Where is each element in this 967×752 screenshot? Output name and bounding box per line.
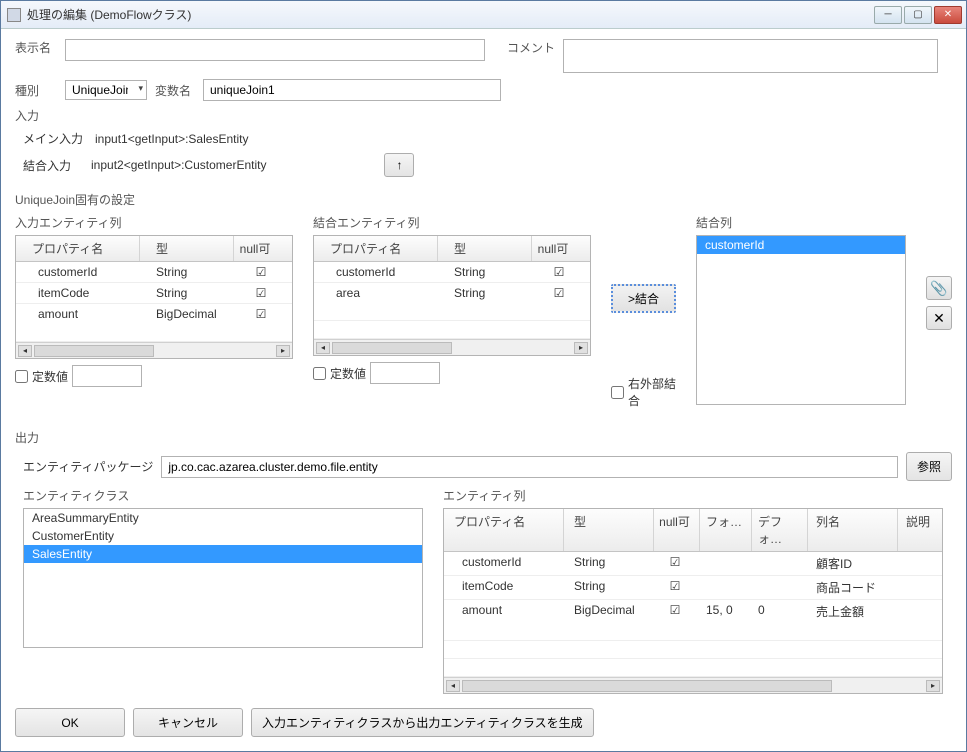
- table-row[interactable]: customerIdString☑顧客ID: [444, 552, 942, 576]
- col-null: null可: [234, 236, 280, 261]
- list-item[interactable]: AreaSummaryEntity: [24, 509, 422, 527]
- label-join-col: 結合列: [696, 214, 906, 231]
- entity-class-list[interactable]: AreaSummaryEntityCustomerEntitySalesEnti…: [23, 508, 423, 648]
- ocol-format: フォ…: [700, 509, 752, 551]
- label-entity-package: エンティティパッケージ: [23, 458, 153, 475]
- browse-button[interactable]: 参照: [906, 452, 952, 481]
- ocol-null: null可: [654, 509, 700, 551]
- label-settings-header: UniqueJoin固有の設定: [15, 191, 952, 208]
- label-input-entity-col: 入力エンティティ列: [15, 214, 293, 231]
- list-item[interactable]: CustomerEntity: [24, 527, 422, 545]
- list-item[interactable]: SalesEntity: [24, 545, 422, 563]
- ocol-default: デフォ…: [752, 509, 808, 551]
- label-main-input: メイン入力: [23, 130, 83, 147]
- join-button[interactable]: >結合: [611, 284, 676, 313]
- col-prop2: プロパティ名: [314, 236, 438, 261]
- attach-button[interactable]: 📎: [926, 276, 952, 300]
- constant-field-left[interactable]: [72, 365, 142, 387]
- label-join-entity-col: 結合エンティティ列: [313, 214, 591, 231]
- ocol-type: 型: [564, 509, 654, 551]
- ok-button[interactable]: OK: [15, 708, 125, 737]
- table-row[interactable]: customerIdString☑: [16, 262, 292, 283]
- label-constant-right: 定数値: [330, 365, 366, 382]
- constant-checkbox-right[interactable]: [313, 367, 326, 380]
- col-type: 型: [140, 236, 234, 261]
- join-entity-grid[interactable]: プロパティ名 型 null可 customerIdString☑areaStri…: [313, 235, 591, 356]
- col-type2: 型: [438, 236, 532, 261]
- main-input-value: input1<getInput>:SalesEntity: [95, 132, 248, 146]
- outer-join-checkbox[interactable]: [611, 386, 624, 399]
- label-entity-columns: エンティティ列: [443, 487, 952, 504]
- output-grid[interactable]: プロパティ名 型 null可 フォ… デフォ… 列名 説明 customerId…: [443, 508, 943, 694]
- join-input-value: input2<getInput>:CustomerEntity: [91, 158, 266, 172]
- titlebar: 処理の編集 (DemoFlowクラス) ─ ▢ ✕: [1, 1, 966, 29]
- display-name-input[interactable]: [65, 39, 485, 61]
- table-row[interactable]: customerIdString☑: [314, 262, 590, 283]
- col-null2: null可: [532, 236, 578, 261]
- label-constant-left: 定数値: [32, 368, 68, 385]
- table-row[interactable]: amountBigDecimal☑15, 00売上金額: [444, 600, 942, 623]
- minimize-button[interactable]: ─: [874, 6, 902, 24]
- type-dropdown[interactable]: UniqueJoin: [65, 80, 147, 100]
- label-join-input: 結合入力: [23, 157, 71, 174]
- hscroll3[interactable]: ◂ ▸: [444, 677, 942, 693]
- list-item[interactable]: customerId: [697, 236, 905, 254]
- label-varname: 変数名: [155, 82, 195, 99]
- table-row[interactable]: itemCodeString☑商品コード: [444, 576, 942, 600]
- swap-button[interactable]: ↑: [384, 153, 414, 177]
- hscroll[interactable]: ◂ ▸: [16, 342, 292, 358]
- ocol-desc: 説明: [898, 509, 942, 551]
- label-comment: コメント: [507, 39, 555, 56]
- input-entity-grid[interactable]: プロパティ名 型 null可 customerIdString☑itemCode…: [15, 235, 293, 359]
- label-outer-join: 右外部結合: [628, 375, 676, 409]
- cancel-button[interactable]: キャンセル: [133, 708, 243, 737]
- label-output: 出力: [15, 429, 952, 446]
- window-title: 処理の編集 (DemoFlowクラス): [27, 6, 191, 23]
- col-prop: プロパティ名: [16, 236, 140, 261]
- constant-checkbox-left[interactable]: [15, 370, 28, 383]
- ocol-prop: プロパティ名: [444, 509, 564, 551]
- label-input: 入力: [15, 107, 952, 124]
- varname-input[interactable]: [203, 79, 501, 101]
- join-columns-list[interactable]: customerId: [696, 235, 906, 405]
- entity-package-input[interactable]: [161, 456, 898, 478]
- generate-button[interactable]: 入力エンティティクラスから出力エンティティクラスを生成: [251, 708, 594, 737]
- table-row[interactable]: amountBigDecimal☑: [16, 304, 292, 324]
- table-row[interactable]: areaString☑: [314, 283, 590, 303]
- constant-field-right[interactable]: [370, 362, 440, 384]
- table-row[interactable]: itemCodeString☑: [16, 283, 292, 304]
- label-display-name: 表示名: [15, 39, 57, 56]
- hscroll2[interactable]: ◂ ▸: [314, 339, 590, 355]
- comment-textarea[interactable]: [563, 39, 938, 73]
- remove-button[interactable]: ✕: [926, 306, 952, 330]
- app-icon: [7, 8, 21, 22]
- close-button[interactable]: ✕: [934, 6, 962, 24]
- label-type: 種別: [15, 82, 57, 99]
- ocol-name: 列名: [808, 509, 898, 551]
- label-entity-class: エンティティクラス: [23, 487, 423, 504]
- maximize-button[interactable]: ▢: [904, 6, 932, 24]
